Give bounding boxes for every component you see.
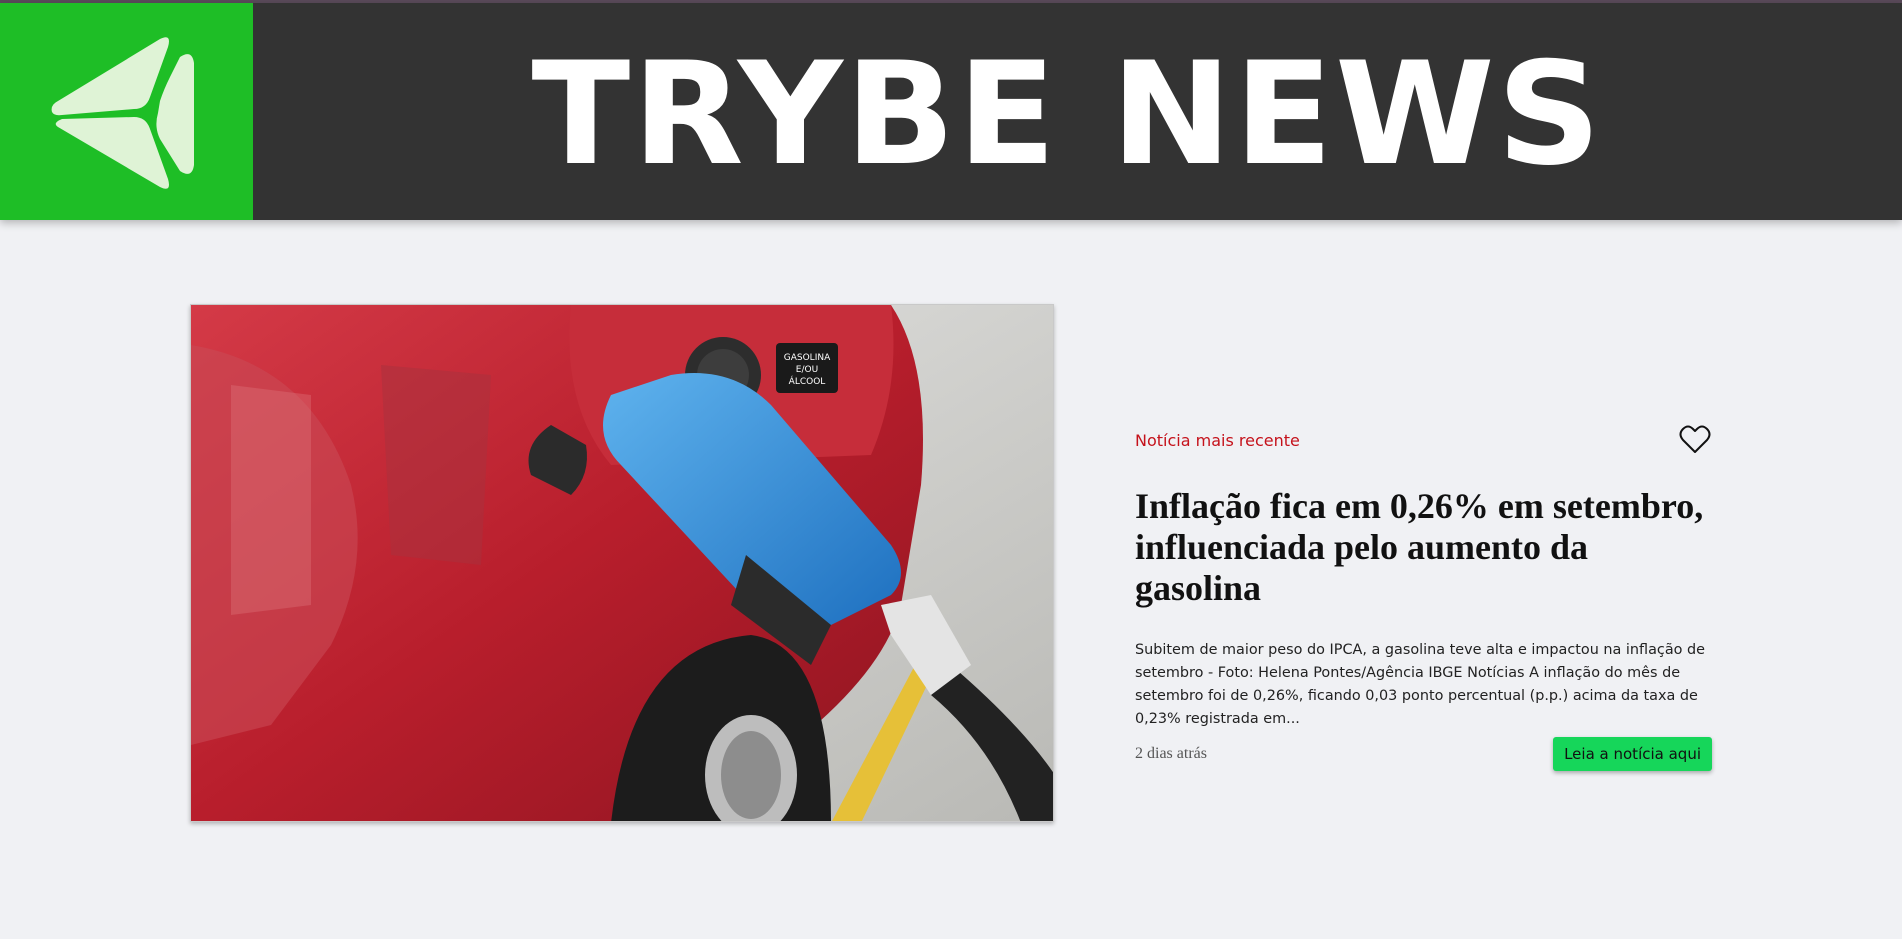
gas-pump-photo: GASOLINA E/OU ÁLCOOL — [191, 305, 1053, 821]
news-excerpt: Subitem de maior peso do IPCA, a gasolin… — [1135, 642, 1706, 727]
published-time: 2 dias atrás — [1135, 745, 1207, 762]
logo[interactable] — [0, 3, 253, 220]
favorite-button[interactable] — [1678, 423, 1712, 457]
site-title[interactable]: TRYBE NEWS — [237, 3, 1902, 220]
featured-news-section: GASOLINA E/OU ÁLCOOL Notícia mais recent… — [190, 304, 1712, 822]
svg-text:E/OU: E/OU — [796, 365, 818, 375]
news-label-row: Notícia mais recente — [1135, 420, 1712, 460]
read-news-button[interactable]: Leia a notícia aqui — [1553, 737, 1712, 771]
latest-news-label: Notícia mais recente — [1135, 430, 1300, 450]
heart-outline-icon — [1679, 425, 1711, 453]
trybe-logo-icon — [51, 36, 194, 189]
news-info: Notícia mais recente Inflação fica em 0,… — [1135, 420, 1712, 771]
svg-text:GASOLINA: GASOLINA — [784, 353, 831, 363]
news-image[interactable]: GASOLINA E/OU ÁLCOOL — [190, 304, 1054, 822]
news-title[interactable]: Inflação fica em 0,26% em setembro, infl… — [1135, 486, 1712, 609]
news-footer: 2 dias atrás Leia a notícia aqui — [1135, 737, 1712, 771]
site-header: TRYBE NEWS — [0, 3, 1902, 220]
site-title-text: TRYBE NEWS — [531, 32, 1604, 197]
svg-text:ÁLCOOL: ÁLCOOL — [789, 375, 826, 387]
